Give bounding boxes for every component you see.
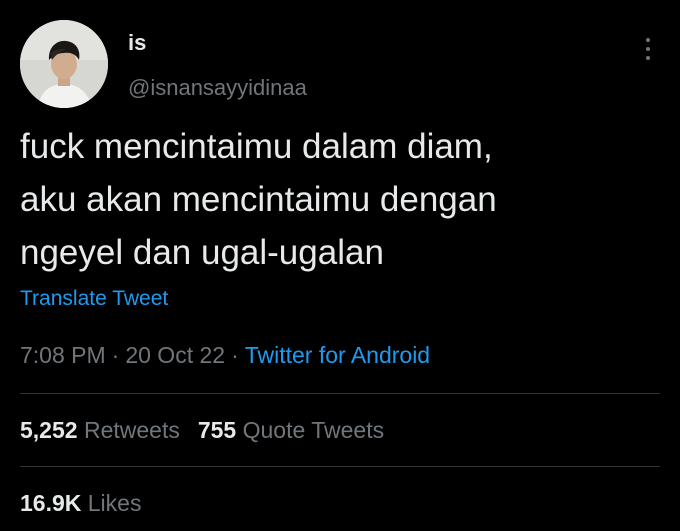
divider [20, 393, 660, 394]
quote-tweets-stat[interactable]: 755 Quote Tweets [198, 417, 384, 443]
tweet-date[interactable]: 20 Oct 22 [125, 342, 225, 368]
tweet-text: fuck mencintaimu dalam diam, aku akan me… [20, 127, 497, 272]
display-name[interactable]: is [128, 30, 146, 56]
tweet-metadata: 7:08 PM · 20 Oct 22 · Twitter for Android [20, 340, 430, 370]
more-dot [646, 38, 650, 42]
user-handle[interactable]: @isnansayyidinaa [128, 74, 307, 102]
profile-photo-icon [20, 20, 108, 108]
translate-tweet-link[interactable]: Translate Tweet [20, 285, 168, 313]
retweets-count: 5,252 [20, 417, 78, 443]
likes-row: 16.9K Likes [20, 488, 141, 518]
quote-tweets-label: Quote Tweets [242, 417, 385, 443]
more-dot [646, 56, 650, 60]
engagement-row: 5,252 Retweets 755 Quote Tweets [20, 415, 384, 445]
likes-count: 16.9K [20, 490, 82, 516]
meta-separator: · [231, 342, 239, 368]
tweet-source-link[interactable]: Twitter for Android [245, 342, 430, 368]
quote-tweets-count: 755 [197, 417, 237, 443]
likes-stat[interactable]: 16.9K Likes [20, 490, 141, 516]
avatar[interactable] [20, 20, 108, 108]
divider [20, 466, 660, 467]
meta-separator: · [111, 342, 120, 368]
retweets-stat[interactable]: 5,252 Retweets [20, 417, 180, 443]
tweet-time[interactable]: 7:08 PM [20, 342, 106, 368]
more-vertical-icon[interactable] [636, 34, 660, 64]
more-dot [646, 47, 650, 51]
tweet-card: is @isnansayyidinaa fuck mencintaimu dal… [0, 0, 680, 531]
retweets-label: Retweets [83, 417, 180, 443]
likes-label: Likes [87, 490, 142, 516]
